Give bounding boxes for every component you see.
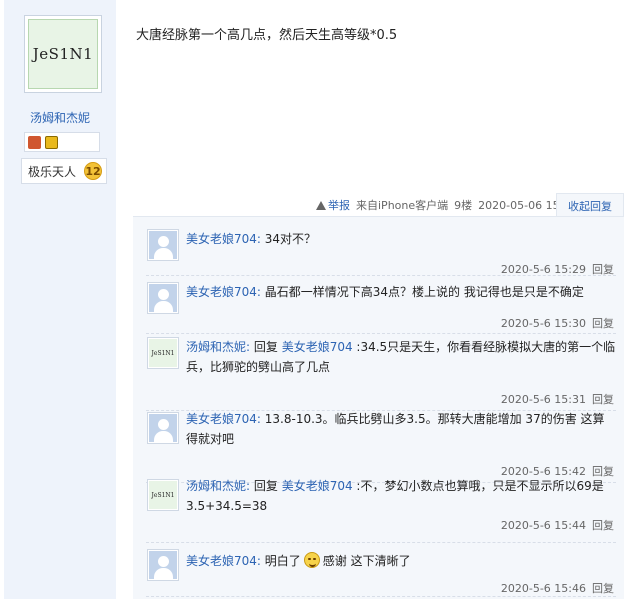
list-item: 美女老娘704: 明白了 感谢 这下清晰了 2020-5-6 15:46 回复 (146, 543, 616, 597)
list-item: 美女老娘704: 13.8-10.3。临兵比劈山多3.5。那转大唐能增加 37的… (146, 411, 616, 483)
reply-content: 34对不？ (260, 232, 317, 246)
reply-list: 美女老娘704: 34对不？ 2020-5-6 15:29 回复 美女老娘704:… (133, 216, 624, 599)
collapse-replies-button[interactable]: 收起回复 (556, 193, 624, 217)
report-label: 举报 (328, 199, 350, 212)
gold-medal-icon[interactable] (45, 135, 58, 149)
avatar[interactable] (147, 229, 179, 261)
reply-to-username[interactable]: 美女老娘704 (282, 479, 353, 493)
reply-text: 汤姆和杰妮: 回复 美女老娘704 :34.5只是天生，你看看经脉模拟大唐的第一… (186, 337, 616, 377)
reply-time: 2020-5-6 15:44 (500, 519, 586, 532)
list-item: JeS1N1 汤姆和杰妮: 回复 美女老娘704 :34.5只是天生，你看看经脉… (146, 334, 616, 411)
reply-footer: 2020-5-6 15:29 回复 (501, 261, 614, 277)
reply-content: 明白了 (260, 554, 301, 568)
list-item: 美女老娘704: 34对不？ 2020-5-6 15:29 回复 (146, 229, 616, 276)
post-meta: 举报 来自iPhone客户端 9楼 2020-05-06 15:27 (316, 197, 577, 213)
author-level: 极乐天人 12 (21, 158, 107, 184)
author-sidebar: JeS1N1 汤姆和杰妮 极乐天人 12 (4, 0, 116, 599)
reply-username[interactable]: 汤姆和杰妮: (186, 340, 250, 354)
reply-prefix: 回复 (250, 479, 282, 493)
author-username[interactable]: 汤姆和杰妮 (4, 109, 116, 126)
reply-button[interactable]: 回复 (592, 263, 614, 276)
reply-time: 2020-5-6 15:46 (500, 582, 586, 595)
smile-emoji-icon (303, 552, 320, 568)
gamepad-medal-icon[interactable] (28, 135, 41, 149)
author-avatar[interactable]: JeS1N1 (24, 15, 102, 93)
reply-prefix: 回复 (250, 340, 282, 354)
reply-text: 美女老娘704: 明白了 感谢 这下清晰了 (186, 551, 616, 571)
post-source: 来自iPhone客户端 (356, 199, 449, 212)
reply-username[interactable]: 美女老娘704: (186, 554, 261, 568)
avatar[interactable] (147, 412, 179, 444)
report-link[interactable]: 举报 (316, 197, 350, 213)
avatar[interactable]: JeS1N1 (147, 479, 179, 511)
warning-icon (316, 200, 326, 210)
reply-button[interactable]: 回复 (592, 393, 614, 406)
reply-username[interactable]: 汤姆和杰妮: (186, 479, 250, 493)
post-content: 大唐经脉第一个高几点，然后天生高等级*0.5 (136, 28, 398, 43)
reply-text: 美女老娘704: 13.8-10.3。临兵比劈山多3.5。那转大唐能增加 37的… (186, 409, 616, 449)
reply-time: 2020-5-6 15:30 (500, 317, 586, 330)
post-floor: 9楼 (454, 199, 473, 212)
list-item: JeS1N1 汤姆和杰妮: 回复 美女老娘704 :不，梦幻小数点也算哦，只是不… (146, 479, 616, 543)
avatar[interactable] (147, 282, 179, 314)
reply-text: 美女老娘704: 晶石都一样情况下高34点？楼上说的 我记得也是只是不确定 (186, 282, 616, 302)
level-name: 极乐天人 (28, 164, 77, 179)
reply-text: 美女老娘704: 34对不？ (186, 229, 616, 249)
reply-to-username[interactable]: 美女老娘704 (282, 340, 353, 354)
author-medals (24, 132, 100, 152)
reply-username[interactable]: 美女老娘704: (186, 232, 261, 246)
reply-footer: 2020-5-6 15:46 回复 (501, 580, 614, 596)
reply-button[interactable]: 回复 (592, 582, 614, 595)
reply-time: 2020-5-6 15:31 (500, 393, 586, 406)
reply-content: 晶石都一样情况下高34点？楼上说的 我记得也是只是不确定 (260, 285, 584, 299)
reply-footer: 2020-5-6 15:44 回复 (501, 517, 614, 533)
reply-footer: 2020-5-6 15:31 回复 (501, 391, 614, 407)
reply-text: 汤姆和杰妮: 回复 美女老娘704 :不，梦幻小数点也算哦，只是不显示所以69是… (186, 476, 616, 516)
avatar[interactable] (147, 549, 179, 581)
reply-time: 2020-5-6 15:29 (500, 263, 586, 276)
reply-username[interactable]: 美女老娘704: (186, 285, 261, 299)
level-badge-icon: 12 (84, 162, 103, 180)
reply-button[interactable]: 回复 (592, 317, 614, 330)
reply-username[interactable]: 美女老娘704: (186, 412, 261, 426)
list-item: 美女老娘704: 晶石都一样情况下高34点？楼上说的 我记得也是只是不确定 20… (146, 282, 616, 334)
reply-content-after: 感谢 这下清晰了 (322, 554, 411, 568)
author-avatar-image: JeS1N1 (28, 19, 98, 89)
avatar[interactable]: JeS1N1 (147, 337, 179, 369)
reply-footer: 2020-5-6 15:30 回复 (501, 315, 614, 331)
reply-button[interactable]: 回复 (592, 519, 614, 532)
